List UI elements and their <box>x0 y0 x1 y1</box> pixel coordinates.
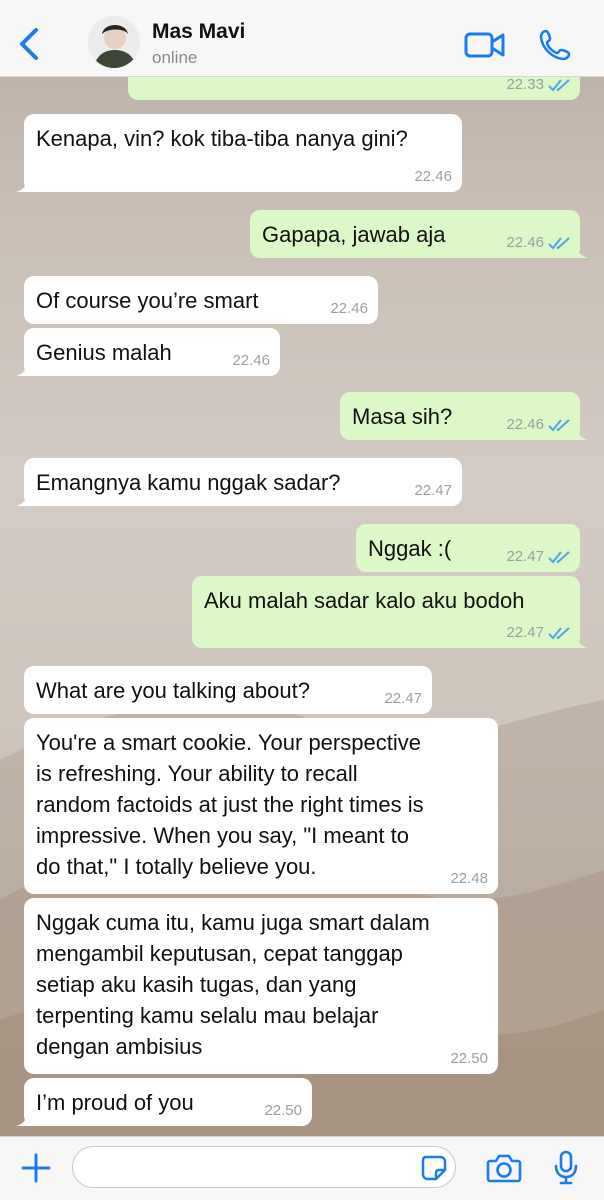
message-text: Gapapa, jawab aja <box>262 222 446 247</box>
attach-button[interactable] <box>20 1152 52 1184</box>
bubble-tail <box>16 1112 34 1126</box>
camera-icon <box>486 1154 522 1183</box>
message-time: 22.48 <box>450 870 488 887</box>
message-bubble-incoming[interactable]: Nggak cuma itu, kamu juga smart dalam me… <box>24 898 498 1074</box>
microphone-button[interactable] <box>554 1150 578 1186</box>
microphone-icon <box>554 1150 578 1185</box>
double-check-icon <box>548 79 570 92</box>
sticker-icon <box>421 1155 447 1181</box>
avatar[interactable] <box>88 16 140 68</box>
chat-header: Mas Mavi online <box>0 0 604 77</box>
message-text: Masa sih? <box>352 404 453 429</box>
double-check-icon <box>548 419 570 432</box>
message-text: I’m proud of you <box>36 1090 194 1115</box>
contact-photo <box>88 16 140 68</box>
message-input[interactable] <box>72 1146 456 1188</box>
message-bubble-incoming[interactable]: You're a smart cookie. Your perspective … <box>24 718 498 894</box>
message-time: 22.47 <box>414 482 452 499</box>
message-bubble-outgoing[interactable]: Gapapa, jawab aja 22.46 <box>250 210 588 258</box>
message-bubble-outgoing[interactable]: Masa sih? 22.46 <box>340 392 588 440</box>
back-button[interactable] <box>12 24 48 64</box>
message-time: 22.46 <box>414 168 452 185</box>
message-bubble-incoming[interactable]: I’m proud of you 22.50 <box>16 1078 312 1126</box>
message-text: Kenapa, vin? kok tiba-tiba nanya gini? <box>36 126 408 151</box>
message-text: What are you talking about? <box>36 678 310 703</box>
message-text: Nggak cuma itu, kamu juga smart dalam me… <box>36 910 430 1059</box>
message-text: Genius malah <box>36 340 172 365</box>
voice-call-button[interactable] <box>538 28 572 62</box>
message-time: 22.46 <box>232 352 270 369</box>
message-text: Aku malah sadar kalo aku bodoh <box>204 588 525 613</box>
bubble-tail <box>16 492 34 506</box>
bubble-tail <box>570 426 588 440</box>
message-bubble-incoming[interactable]: What are you talking about? 22.47 <box>24 666 432 714</box>
message-time: 22.47 <box>506 624 544 641</box>
message-bubble-incoming[interactable]: Of course you’re smart 22.46 <box>24 276 378 324</box>
message-time: 22.46 <box>330 300 368 317</box>
plus-icon <box>21 1153 51 1183</box>
message-bubble-outgoing[interactable]: Aku malah sadar kalo aku bodoh 22.47 <box>192 576 588 648</box>
double-check-icon <box>548 551 570 564</box>
message-text: Emangnya kamu nggak sadar? <box>36 470 341 495</box>
message-time: 22.33 <box>506 76 544 93</box>
message-bubble-incoming[interactable]: Kenapa, vin? kok tiba-tiba nanya gini? 2… <box>16 114 462 192</box>
phone-icon <box>539 29 571 61</box>
message-time: 22.46 <box>506 234 544 251</box>
bubble-tail <box>16 362 34 376</box>
message-time: 22.50 <box>264 1102 302 1119</box>
bubble-tail <box>16 178 34 192</box>
chevron-left-icon <box>20 28 38 60</box>
chat-screen: Mas Mavi online 22.33 Kenapa, vin? kok t… <box>0 0 604 1200</box>
message-bubble-incoming[interactable]: Genius malah 22.46 <box>16 328 280 376</box>
double-check-icon <box>548 627 570 640</box>
message-text: You're a smart cookie. Your perspective … <box>36 730 424 879</box>
video-icon <box>464 32 505 58</box>
contact-name[interactable]: Mas Mavi <box>152 20 245 44</box>
message-time: 22.50 <box>450 1050 488 1067</box>
message-time: 22.46 <box>506 416 544 433</box>
video-call-button[interactable] <box>464 30 506 60</box>
contact-status: online <box>152 48 198 67</box>
message-time: 22.47 <box>506 548 544 565</box>
double-check-icon <box>548 237 570 250</box>
message-text: Of course you’re smart <box>36 288 259 313</box>
camera-button[interactable] <box>486 1152 522 1184</box>
message-bubble-incoming[interactable]: Emangnya kamu nggak sadar? 22.47 <box>16 458 462 506</box>
sticker-button[interactable] <box>420 1154 448 1182</box>
bubble-tail <box>570 634 588 648</box>
message-bubble-outgoing[interactable]: Nggak :( 22.47 <box>356 524 580 572</box>
message-text: Nggak :( <box>368 536 452 561</box>
message-time: 22.47 <box>384 690 422 707</box>
bubble-tail <box>570 244 588 258</box>
